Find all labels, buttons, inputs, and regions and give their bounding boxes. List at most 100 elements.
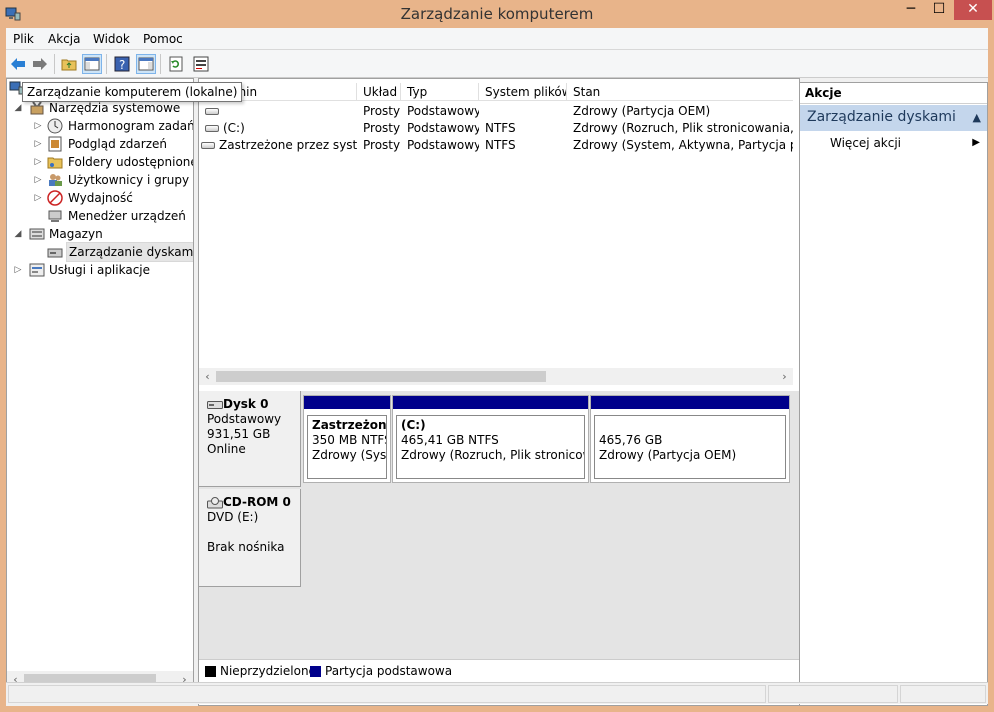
disk-management-icon — [47, 248, 63, 258]
volume-row[interactable]: Prosty Podstawowy Zdrowy (Partycja OEM) — [199, 103, 793, 120]
drive-icon — [205, 125, 219, 132]
expand-arrow-icon[interactable]: ▷ — [13, 261, 23, 279]
menu-view[interactable]: Widok — [93, 32, 130, 46]
expand-arrow-icon[interactable]: ▷ — [33, 135, 43, 153]
column-header-type[interactable]: Typ — [401, 83, 479, 101]
scroll-left-icon[interactable]: ‹ — [199, 368, 216, 385]
menu-help[interactable]: Pomoc — [143, 32, 183, 46]
partition-status: Zdrowy (Partycja OEM) — [599, 448, 737, 462]
volume-row[interactable]: (C:) Prosty Podstawowy NTFS Zdrowy (Rozr… — [199, 120, 793, 137]
help-icon: ? — [114, 56, 130, 72]
help-button[interactable]: ? — [112, 54, 132, 74]
tree-label: Usługi i aplikacje — [49, 263, 151, 277]
menu-action[interactable]: Akcja — [48, 32, 80, 46]
partition-bar — [393, 396, 588, 409]
expand-arrow-icon[interactable]: ▷ — [33, 171, 43, 189]
expand-arrow-icon[interactable]: ▷ — [33, 153, 43, 171]
partition-c[interactable]: (C:) 465,41 GB NTFS Zdrowy (Rozruch, Pli… — [392, 395, 589, 483]
partition-title: Zastrzeżone p — [312, 418, 387, 432]
submenu-arrow-icon[interactable]: ▶ — [972, 137, 980, 148]
volume-status: Zdrowy (Partycja OEM) — [573, 104, 711, 118]
volume-name: Zastrzeżone przez system — [219, 138, 357, 152]
volume-layout: Prosty — [363, 138, 401, 152]
cdrom0-state: Brak nośnika — [207, 540, 285, 554]
volume-filesystem: NTFS — [485, 138, 516, 152]
volume-layout: Prosty — [363, 104, 401, 118]
partition-body: Zastrzeżone p 350 MB NTFS Zdrowy (Syste — [307, 415, 387, 479]
more-actions-item[interactable]: Więcej akcji — [830, 136, 901, 150]
legend-swatch-unallocated — [205, 666, 216, 677]
cdrom0-kind: DVD (E:) — [207, 510, 259, 524]
volume-status: Zdrowy (Rozruch, Plik stronicowania, Zrz… — [573, 121, 793, 135]
status-segment — [768, 685, 898, 703]
column-header-status[interactable]: Stan — [567, 83, 793, 101]
disk0-label[interactable]: Dysk 0 Podstawowy 931,51 GB Online — [199, 391, 301, 487]
legend-label-primary: Partycja podstawowa — [325, 664, 453, 678]
cdrom-icon — [207, 496, 223, 508]
partition-status: Zdrowy (Syste — [312, 448, 387, 462]
tree-item-storage[interactable]: ◢ Magazyn — [7, 225, 193, 243]
show-hide-tree-button[interactable] — [82, 54, 102, 74]
app-window: Zarządzanie komputerem ─ ☐ ✕ Plik Akcja … — [0, 0, 994, 712]
disk-management-pane: Wolumin Układ Typ System plików Stan Pro… — [198, 78, 800, 706]
close-button[interactable]: ✕ — [954, 0, 992, 20]
refresh-icon — [169, 56, 183, 72]
column-header-filesystem[interactable]: System plików — [479, 83, 567, 101]
cdrom0-empty-area — [303, 489, 797, 585]
scrollbar-thumb[interactable] — [216, 371, 546, 382]
tree-label: Menedżer urządzeń — [68, 209, 186, 223]
cdrom0-label[interactable]: CD-ROM 0 DVD (E:) Brak nośnika — [199, 489, 301, 587]
toolbar-separator — [106, 54, 107, 74]
tree-item-services-apps[interactable]: ▷ Usługi i aplikacje — [7, 261, 193, 279]
legend-swatch-primary — [310, 666, 321, 677]
tools-icon — [30, 101, 44, 115]
collapse-triangle-icon[interactable]: ▲ — [973, 111, 981, 124]
maximize-button[interactable]: ☐ — [926, 0, 952, 20]
volume-list-horizontal-scrollbar[interactable]: ‹ › — [199, 368, 793, 385]
window-title: Zarządzanie komputerem — [400, 5, 594, 23]
tree-root-tooltip: Zarządzanie komputerem (lokalne) — [22, 82, 243, 102]
title-bar[interactable]: Zarządzanie komputerem ─ ☐ ✕ — [0, 0, 994, 28]
show-hide-action-pane-button[interactable] — [136, 54, 156, 74]
performance-icon — [47, 190, 63, 206]
hard-disk-icon — [207, 400, 223, 409]
column-header-layout[interactable]: Układ — [357, 83, 401, 101]
minimize-button[interactable]: ─ — [898, 0, 924, 20]
volume-row[interactable]: Zastrzeżone przez system Prosty Podstawo… — [199, 137, 793, 154]
forward-button[interactable] — [30, 54, 50, 74]
tree-label: Harmonogram zadań — [68, 119, 194, 133]
tree-item-disk-management[interactable]: Zarządzanie dyskami — [7, 242, 193, 262]
partition-bar — [591, 396, 789, 409]
properties-button[interactable] — [191, 54, 211, 74]
partition-oem[interactable]: 465,76 GB Zdrowy (Partycja OEM) — [590, 395, 790, 483]
action-pane-icon — [138, 57, 154, 71]
services-icon — [29, 263, 45, 277]
volume-name-cell — [199, 103, 357, 120]
console-tree: ◢ Narzędzia systemowe ▷ Harmonogram zada… — [6, 78, 194, 688]
tree-item-shared-folders[interactable]: ▷ Foldery udostępnione — [7, 153, 193, 171]
tree-label: Użytkownicy i grupy lok — [68, 173, 193, 187]
tree-item-event-viewer[interactable]: ▷ Podgląd zdarzeń — [7, 135, 193, 153]
tree-item-device-manager[interactable]: Menedżer urządzeń — [7, 207, 193, 225]
up-folder-button[interactable] — [59, 54, 79, 74]
toolbar-separator — [54, 54, 55, 74]
scroll-right-icon[interactable]: › — [776, 368, 793, 385]
menu-file[interactable]: Plik — [13, 32, 34, 46]
back-button[interactable] — [8, 54, 28, 74]
refresh-button[interactable] — [166, 54, 186, 74]
cdrom0-name: CD-ROM 0 — [223, 495, 291, 509]
expand-arrow-icon[interactable]: ▷ — [33, 189, 43, 207]
partition-system-reserved[interactable]: Zastrzeżone p 350 MB NTFS Zdrowy (Syste — [303, 395, 391, 483]
tree-item-users-groups[interactable]: ▷ Użytkownicy i grupy lok — [7, 171, 193, 189]
partition-size: 350 MB NTFS — [312, 433, 387, 447]
volume-filesystem: NTFS — [485, 121, 516, 135]
expand-arrow-icon[interactable]: ▷ — [33, 117, 43, 135]
tree-item-performance[interactable]: ▷ Wydajność — [7, 189, 193, 207]
volume-status: Zdrowy (System, Aktywna, Partycja podsta — [573, 138, 793, 152]
actions-pane: Akcje Zarządzanie dyskami ▲ Więcej akcji… — [799, 82, 988, 706]
clock-icon — [47, 118, 63, 134]
tree-item-task-scheduler[interactable]: ▷ Harmonogram zadań — [7, 117, 193, 135]
actions-section-disk-management[interactable]: Zarządzanie dyskami ▲ — [800, 105, 987, 131]
tree-label: Wydajność — [68, 191, 133, 205]
collapse-arrow-icon[interactable]: ◢ — [13, 225, 23, 243]
